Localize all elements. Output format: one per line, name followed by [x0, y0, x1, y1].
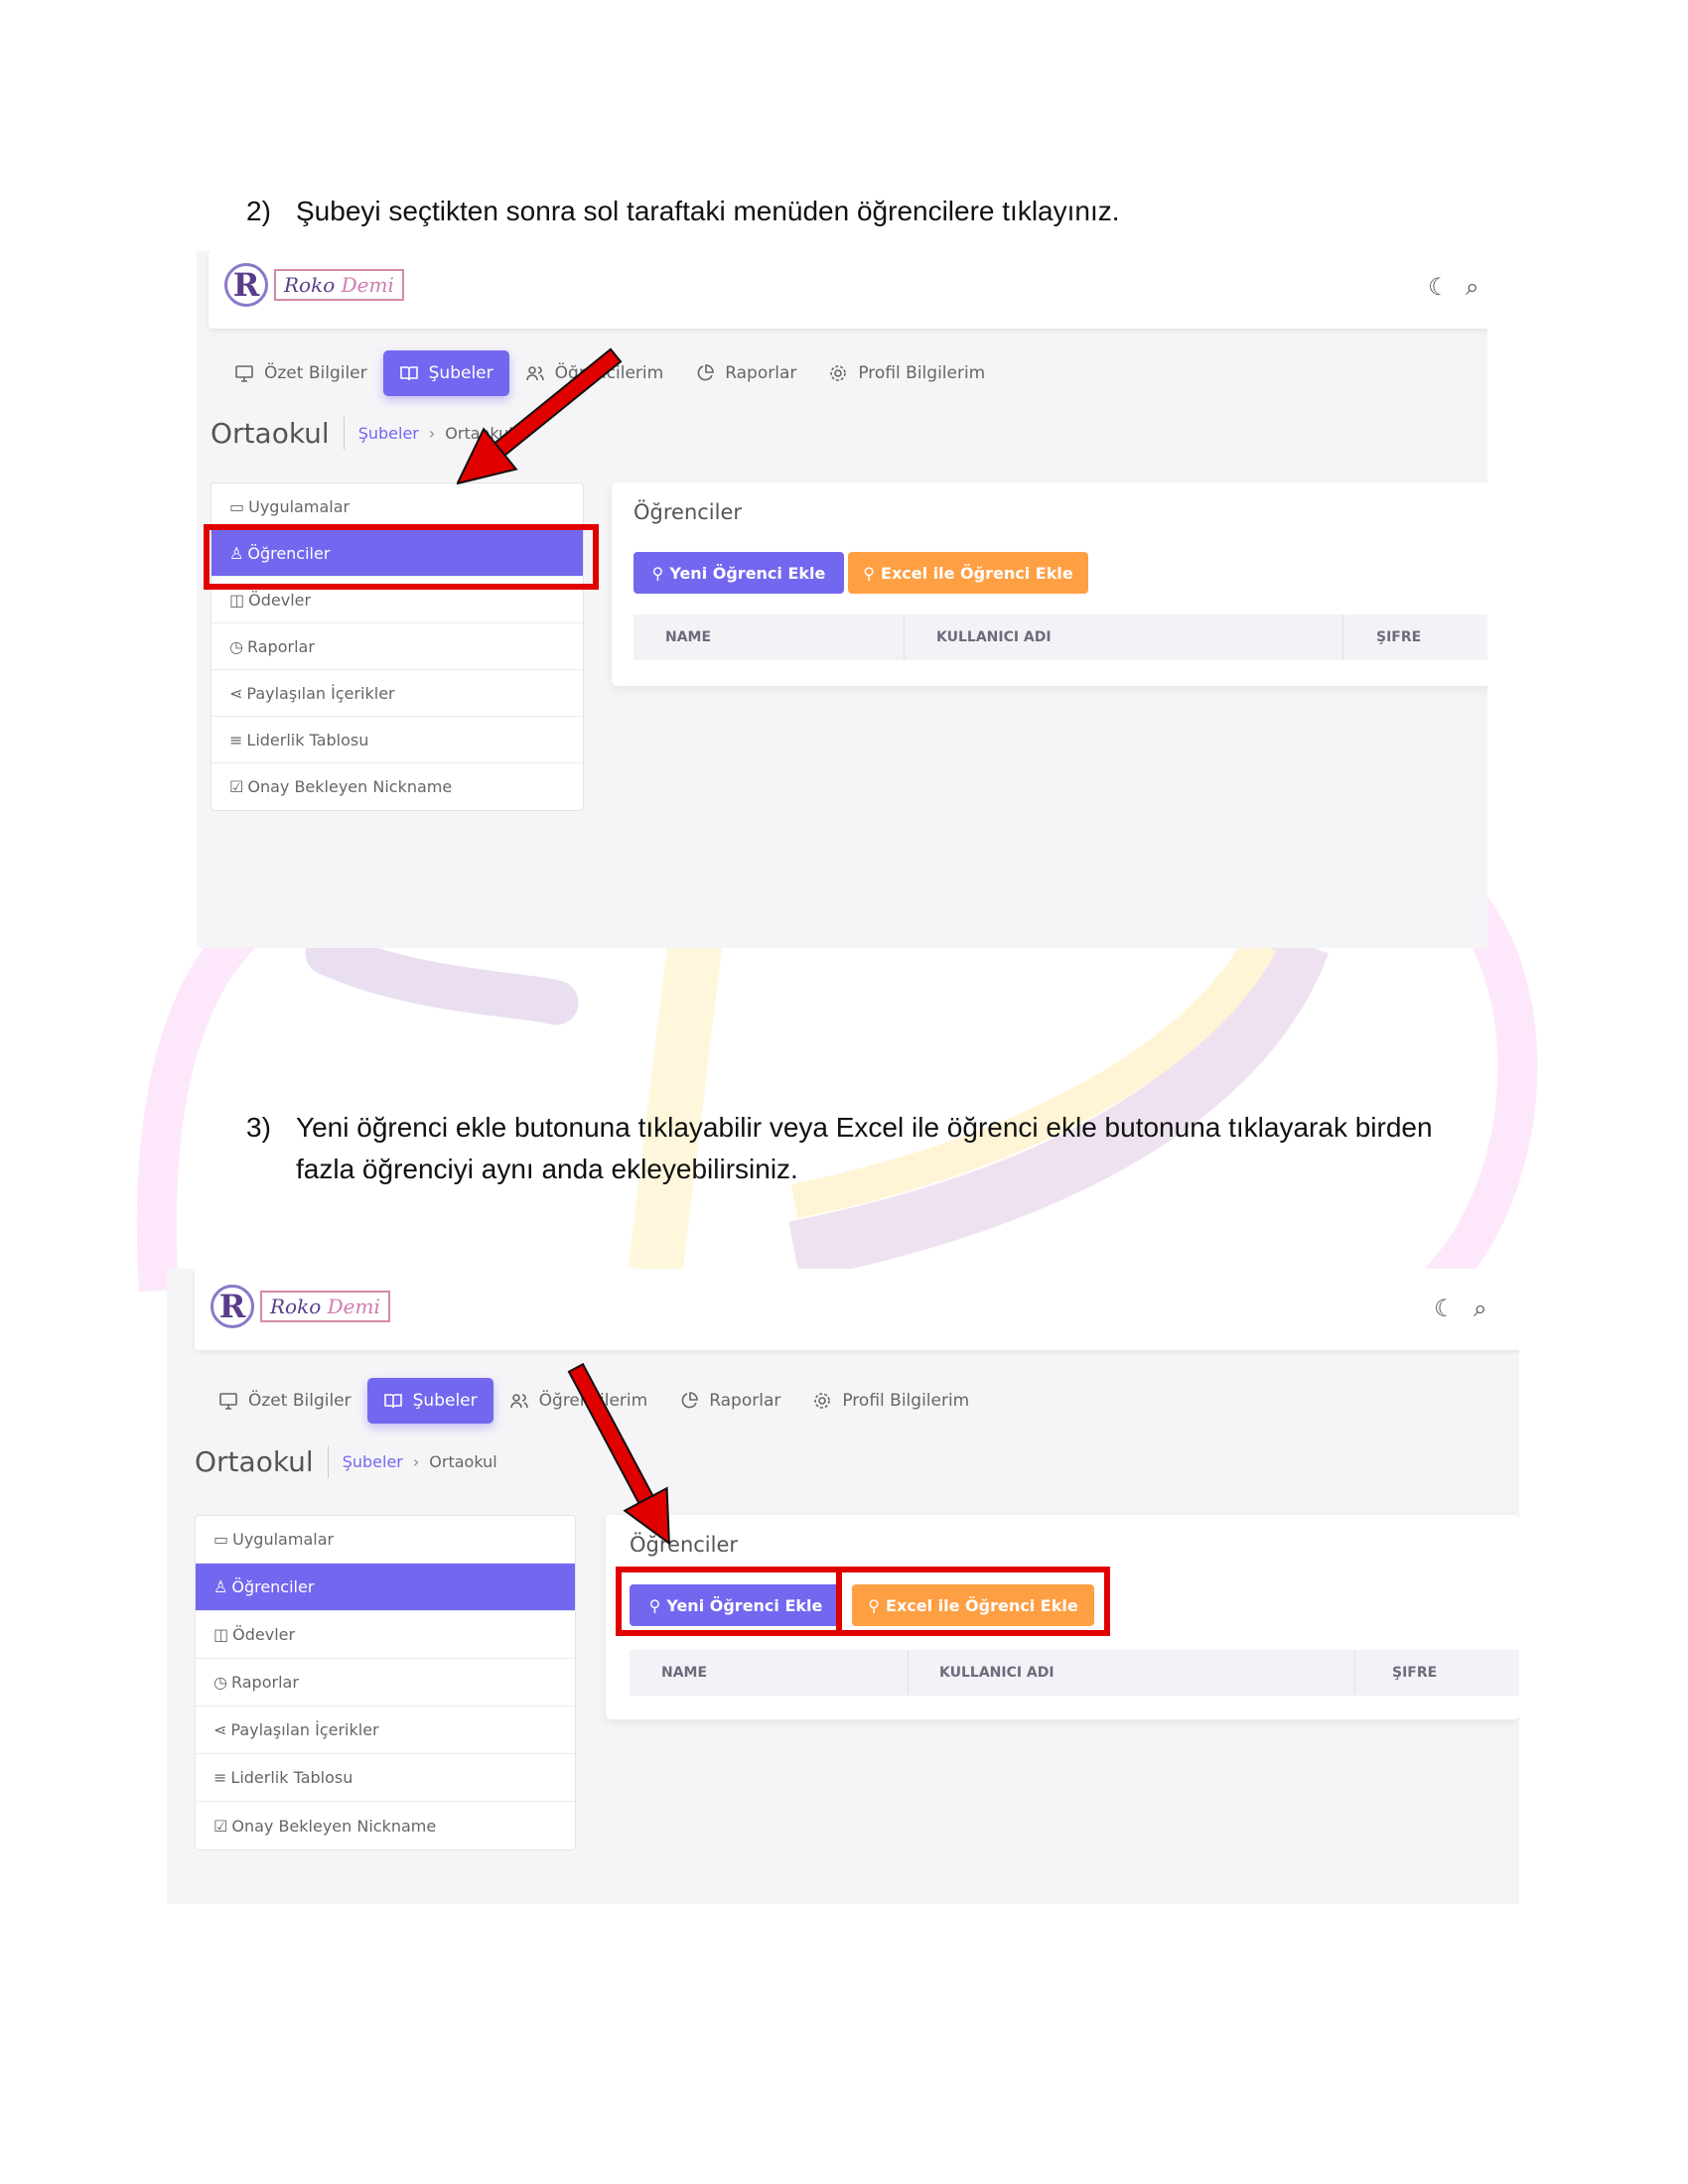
table-header-2: NAME KULLANICI ADI ŞIFRE	[630, 1650, 1519, 1696]
card-title-2: Öğrenciler	[630, 1533, 739, 1557]
table-header: NAME KULLANICI ADI ŞIFRE	[633, 614, 1487, 660]
side-item-nickname[interactable]: ☑ Onay Bekleyen Nickname	[211, 763, 583, 810]
card-title: Öğrenciler	[633, 500, 743, 524]
list-icon: ≡	[213, 1768, 227, 1787]
book-open-icon: ◫	[213, 1625, 229, 1644]
settings-icon	[814, 1393, 831, 1409]
logo-mark: R	[224, 263, 268, 307]
side-item-leaderboard[interactable]: ≡ Liderlik Tablosu	[211, 717, 583, 763]
nav-branches[interactable]: Şubeler	[382, 350, 509, 396]
col-username: KULLANICI ADI	[936, 629, 1052, 645]
search-icon[interactable]: ⌕	[1466, 273, 1478, 301]
step-2-text: Şubeyi seçtikten sonra sol taraftaki men…	[296, 196, 1120, 226]
nav-profile[interactable]: Profil Bilgilerim	[812, 350, 1001, 396]
pie-chart-icon	[681, 1392, 698, 1409]
book-open-icon	[383, 1394, 402, 1409]
col-password-2: ŞIFRE	[1392, 1665, 1438, 1681]
students-card: Öğrenciler ⚲ Yeni Öğrenci Ekle ⚲ Excel ile…	[612, 482, 1487, 686]
nav-branches-2[interactable]: Şubeler	[366, 1378, 493, 1424]
col-password: ŞIFRE	[1376, 629, 1422, 645]
list-icon: ≡	[229, 730, 243, 750]
nav-profile-2[interactable]: Profil Bilgilerim	[796, 1378, 985, 1424]
side-menu-2: ▭ Uygulamalar ♙ Öğrenciler ◫ Ödevler ◷ Rapor…	[195, 1515, 576, 1850]
breadcrumb-current: Ortaokul	[445, 424, 513, 443]
side-item-reports-2[interactable]: ◷ Raporlar	[196, 1659, 575, 1706]
moon-icon[interactable]: ☾	[1428, 273, 1450, 301]
add-student-button[interactable]: ⚲ Yeni Öğrenci Ekle	[633, 552, 844, 594]
logo[interactable]: R Roko Demi	[224, 263, 404, 307]
nav-students-2[interactable]: Öğrencilerim	[493, 1378, 664, 1424]
top-nav-2: Özet Bilgiler Şubeler Öğrencilerim Rapor…	[203, 1378, 985, 1424]
col-username-2: KULLANICI ADI	[939, 1665, 1055, 1681]
step-3-number: 3)	[246, 1112, 271, 1143]
top-bar-2: R Roko Demi ☾ ⌕	[195, 1269, 1519, 1350]
pie-chart-icon: ◷	[213, 1673, 227, 1692]
highlight-students-item	[204, 524, 599, 590]
breadcrumb-separator: ›	[428, 424, 436, 443]
side-item-shared[interactable]: ⋖ Paylaşılan İçerikler	[211, 670, 583, 717]
share-icon: ⋖	[213, 1720, 227, 1739]
top-nav: Özet Bilgiler Şubeler Öğrencilerim Rapor…	[218, 350, 1001, 396]
nav-reports-2[interactable]: Raporlar	[663, 1378, 796, 1424]
side-item-shared-2[interactable]: ⋖ Paylaşılan İçerikler	[196, 1706, 575, 1754]
highlight-divider	[836, 1567, 842, 1636]
page-title-2: Ortaokul	[195, 1445, 329, 1478]
search-icon[interactable]: ⌕	[1474, 1295, 1486, 1322]
users-icon	[509, 1394, 528, 1409]
book-open-icon: ◫	[229, 590, 245, 610]
logo-mark-2: R	[211, 1285, 254, 1328]
screenshot-1: R Roko Demi ☾ ⌕ Özet Bilgiler Şubeler Öğ…	[197, 251, 1487, 948]
excel-add-button[interactable]: ⚲ Excel ile Öğrenci Ekle	[848, 552, 1088, 594]
col-name-2: NAME	[661, 1665, 708, 1681]
side-item-reports[interactable]: ◷ Raporlar	[211, 623, 583, 670]
step-2-number: 2)	[246, 196, 271, 226]
settings-icon	[830, 365, 847, 381]
breadcrumb: Ortaokul Şubeler › Ortaokul	[211, 417, 513, 450]
nav-summary-2[interactable]: Özet Bilgiler	[203, 1378, 367, 1424]
top-bar: R Roko Demi ☾ ⌕	[209, 251, 1487, 329]
side-item-students-2[interactable]: ♙ Öğrenciler	[196, 1564, 575, 1611]
check-square-icon: ☑	[213, 1816, 228, 1836]
monitor-icon	[219, 1393, 237, 1410]
moon-icon[interactable]: ☾	[1434, 1295, 1456, 1322]
side-item-nickname-2[interactable]: ☑ Onay Bekleyen Nickname	[196, 1802, 575, 1849]
logo-word: Roko Demi	[274, 269, 404, 301]
breadcrumb-link[interactable]: Şubeler	[358, 424, 419, 443]
nav-students[interactable]: Öğrencilerim	[509, 350, 680, 396]
users-icon	[525, 366, 544, 381]
breadcrumb-2: Ortaokul Şubeler › Ortaokul	[195, 1445, 497, 1478]
breadcrumb-link-2[interactable]: Şubeler	[343, 1452, 403, 1471]
pie-chart-icon: ◷	[229, 636, 243, 656]
breadcrumb-separator-2: ›	[412, 1452, 420, 1471]
side-item-applications-2[interactable]: ▭ Uygulamalar	[196, 1516, 575, 1564]
side-item-leaderboard-2[interactable]: ≡ Liderlik Tablosu	[196, 1754, 575, 1802]
logo-word-2: Roko Demi	[260, 1291, 390, 1322]
logo-2[interactable]: R Roko Demi	[211, 1285, 390, 1328]
user-plus-icon: ⚲	[651, 563, 664, 583]
step-3-text-line-1: Yeni öğrenci ekle butonuna tıklayabilir …	[296, 1112, 1433, 1143]
nav-reports[interactable]: Raporlar	[679, 350, 812, 396]
breadcrumb-current-2: Ortaokul	[429, 1452, 497, 1471]
col-name: NAME	[665, 629, 712, 645]
step-3-text-line-2: fazla öğrenciyi aynı anda ekleyebilirsin…	[296, 1154, 798, 1184]
calendar-icon: ▭	[229, 496, 245, 516]
nav-summary[interactable]: Özet Bilgiler	[218, 350, 383, 396]
calendar-icon: ▭	[213, 1530, 229, 1549]
side-item-homework-2[interactable]: ◫ Ödevler	[196, 1611, 575, 1659]
highlight-add-buttons	[616, 1567, 1110, 1636]
monitor-icon	[235, 365, 253, 382]
page-title: Ortaokul	[211, 417, 345, 450]
share-icon: ⋖	[229, 683, 243, 703]
pie-chart-icon	[697, 364, 714, 381]
user-icon: ♙	[213, 1577, 228, 1596]
check-square-icon: ☑	[229, 777, 244, 796]
side-item-applications[interactable]: ▭ Uygulamalar	[211, 483, 583, 530]
book-open-icon	[399, 366, 418, 381]
user-plus-icon: ⚲	[863, 563, 876, 583]
